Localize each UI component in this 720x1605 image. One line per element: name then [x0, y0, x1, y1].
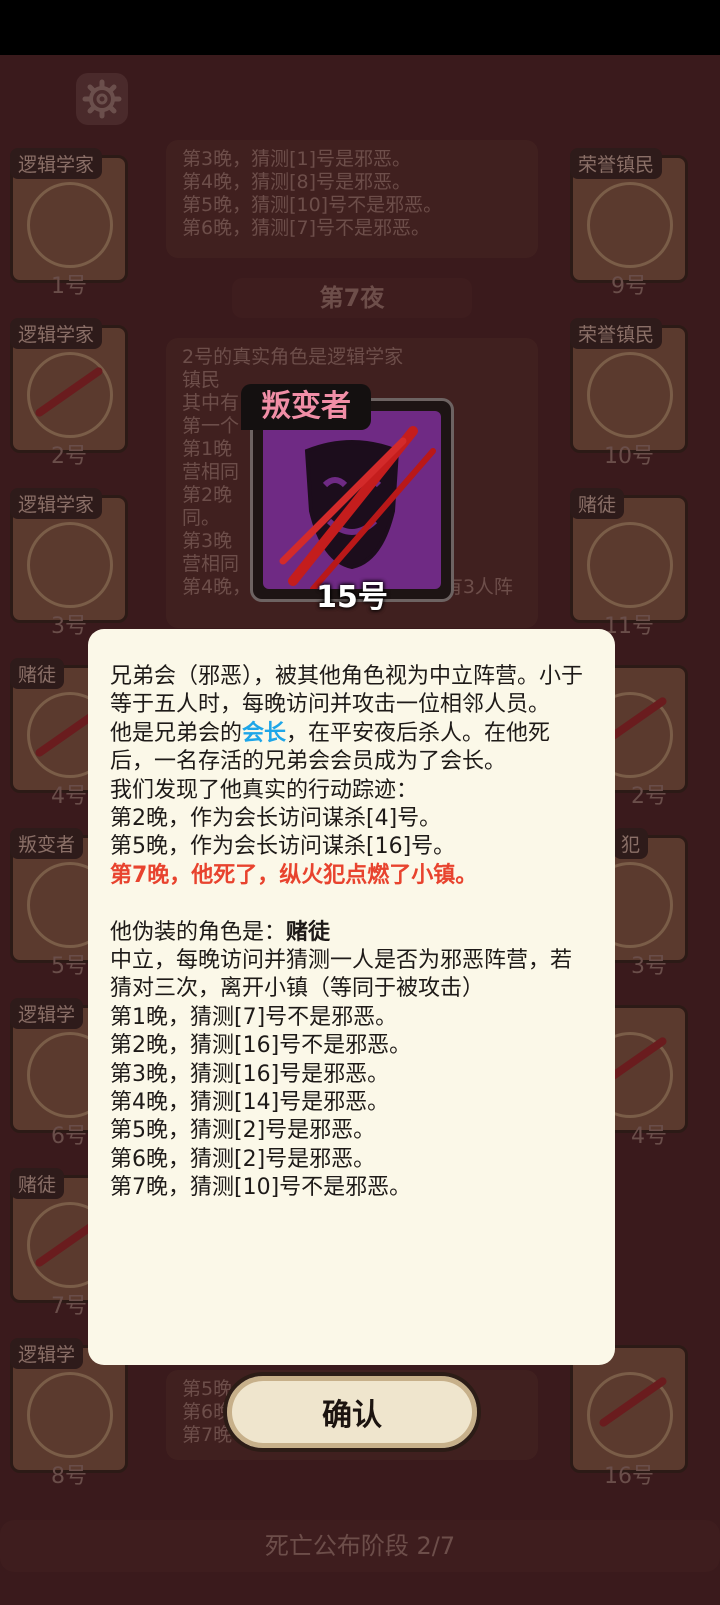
player-card-2[interactable]: 逻辑学家	[10, 318, 128, 453]
guess-line: 第5晚，猜测[2]号是邪恶。	[110, 1118, 376, 1144]
log-line: 第6晚，猜测[7]号不是邪恶。	[182, 217, 431, 239]
leader-description: 他是兄弟会的会长，在平安夜后杀人。在他死后，一名存活的兄弟会会员成为了会长。	[110, 720, 593, 777]
role-name-tag: 叛变者	[241, 384, 371, 430]
role-tag: 叛变者	[10, 828, 84, 859]
text-segment: 他伪装的角色是：	[110, 919, 287, 945]
medal-icon	[587, 352, 673, 438]
slot-machine-icon	[587, 522, 673, 608]
role-tag: 荣誉镇民	[570, 148, 663, 179]
disguise-role: 赌徒	[286, 919, 331, 945]
leader-keyword-link[interactable]: 会长	[242, 721, 286, 746]
medal-icon	[587, 182, 673, 268]
player-card-1[interactable]: 逻辑学家	[10, 148, 128, 283]
trace-line: 第2晚，作为会长访问谋杀[4]号。	[110, 806, 442, 832]
role-tag: 逻辑学家	[10, 318, 103, 349]
player-card-10[interactable]: 荣誉镇民	[570, 318, 688, 453]
role-tag: 逻辑学	[10, 1338, 84, 1369]
night-log-top: 第3晚，猜测[1]号是邪恶。 第4晚，猜测[8]号是邪恶。 第5晚，猜测[10]…	[166, 140, 538, 258]
role-tag: 赌徒	[10, 658, 65, 689]
player-number: 15号	[316, 580, 388, 615]
truth-seal-icon	[27, 1372, 113, 1458]
gear-icon	[82, 79, 122, 119]
mask-icon	[279, 426, 436, 592]
player-card-3[interactable]: 逻辑学家	[10, 488, 128, 623]
guess-line: 第6晚，猜测[2]号是邪恶。	[110, 1146, 376, 1172]
player-number: 16号	[604, 1464, 654, 1489]
log-line: 第5晚，猜测[10]号不是邪恶。	[182, 194, 443, 216]
player-number: 8号	[51, 1464, 87, 1489]
role-tag: 逻辑学	[10, 998, 84, 1029]
role-tag: 逻辑学家	[10, 488, 103, 519]
player-card-9[interactable]: 荣誉镇民	[570, 148, 688, 283]
text-segment: 他是兄弟会的	[110, 720, 243, 746]
status-bar	[0, 0, 720, 55]
settings-button[interactable]	[76, 73, 128, 125]
death-line: 第7晚，他死了，纵火犯点燃了小镇。	[110, 862, 478, 888]
role-tag: 犯	[613, 828, 649, 859]
guess-line: 第2晚，猜测[16]号不是邪恶。	[110, 1033, 412, 1059]
disguise-role-description: 中立，每晚访问并猜测一人是否为邪恶阵营，若猜对三次，离开小镇（等同于被攻击）	[110, 948, 573, 1002]
hero-art	[263, 411, 441, 592]
role-detail-dialog: 兄弟会（邪恶），被其他角色视为中立阵营。小于等于五人时，每晚访问并攻击一位相邻人…	[88, 629, 615, 1365]
logician-icon	[27, 522, 113, 608]
guess-line: 第7晚，猜测[10]号不是邪恶。	[110, 1175, 412, 1201]
trace-line: 第5晚，作为会长访问谋杀[16]号。	[110, 834, 456, 860]
guess-line: 第1晚，猜测[7]号不是邪恶。	[110, 1004, 398, 1030]
player-number: 2号	[51, 444, 87, 469]
player-card-11[interactable]: 赌徒	[570, 488, 688, 623]
log-line: 第3晚，猜测[1]号是邪恶。	[182, 148, 412, 170]
phase-banner: 死亡公布阶段 2/7	[0, 1520, 720, 1572]
disguise-line: 他伪装的角色是：赌徒	[110, 919, 593, 947]
logician-icon	[27, 182, 113, 268]
player-number: 1号	[51, 274, 87, 299]
guess-line: 第3晚，猜测[16]号是邪恶。	[110, 1061, 390, 1087]
role-tag: 赌徒	[10, 1168, 65, 1199]
role-tag: 荣誉镇民	[570, 318, 663, 349]
player-number: 10号	[604, 444, 654, 469]
trace-heading: 我们发现了他真实的行动踪迹：	[110, 777, 419, 803]
player-number: 9号	[611, 274, 647, 299]
role-tag: 逻辑学家	[10, 148, 103, 179]
log-line: 2号的真实角色是逻辑学家	[182, 346, 404, 368]
log-line: 第4晚，猜测[8]号是邪恶。	[182, 171, 412, 193]
role-description: 兄弟会（邪恶），被其他角色视为中立阵营。小于等于五人时，每晚访问并攻击一位相邻人…	[110, 664, 584, 718]
night-label: 第7夜	[232, 278, 472, 318]
guess-line: 第4晚，猜测[14]号是邪恶。	[110, 1090, 390, 1116]
role-tag: 赌徒	[570, 488, 625, 519]
confirm-button[interactable]: 确认	[223, 1372, 481, 1452]
